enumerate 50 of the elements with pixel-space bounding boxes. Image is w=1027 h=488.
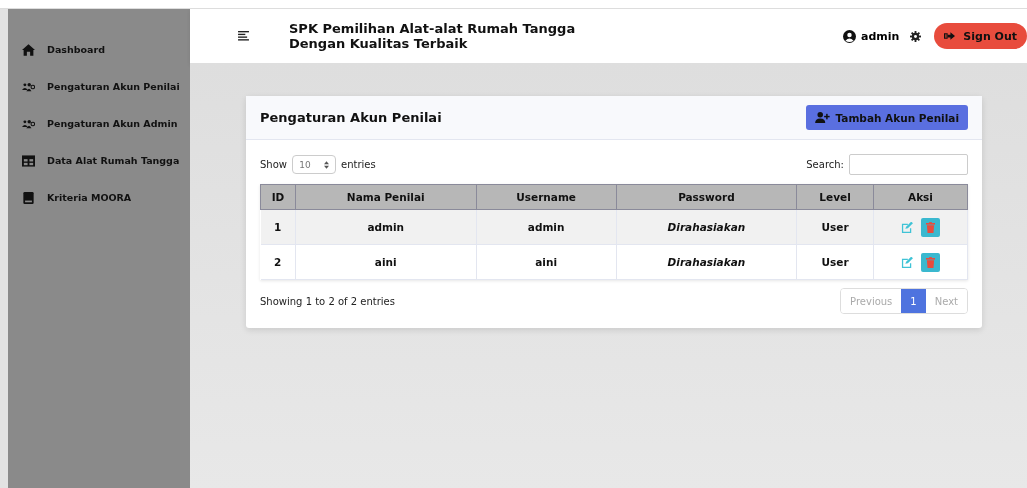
- table-cell: User: [796, 209, 874, 245]
- users-icon: [22, 117, 35, 130]
- sidebar-item[interactable]: Dashboard: [8, 31, 190, 68]
- home-icon: [22, 43, 35, 56]
- search-label: Search:: [806, 159, 844, 170]
- table-info: Showing 1 to 2 of 2 entries: [260, 295, 395, 307]
- app-title: SPK Pemilihan Alat-alat Rumah Tangga Dengan Kualitas Terbaik: [289, 21, 576, 51]
- trash-icon: [926, 256, 935, 268]
- trash-icon: [926, 221, 935, 233]
- column-header: Level: [796, 184, 874, 210]
- table-cell: admin: [476, 209, 617, 245]
- table-cell: User: [796, 244, 874, 280]
- entries-label: entries: [341, 159, 376, 170]
- table-cell: aini: [295, 244, 476, 280]
- delete-button[interactable]: [921, 252, 940, 272]
- column-header: Username: [476, 184, 617, 210]
- sign-out-button[interactable]: Sign Out: [934, 23, 1027, 49]
- edit-icon[interactable]: [901, 256, 913, 268]
- table-cell: 2: [260, 244, 296, 280]
- sidebar-item[interactable]: Kriteria MOORA: [8, 179, 190, 216]
- card-title: Pengaturan Akun Penilai: [260, 110, 442, 125]
- column-header: Password: [616, 184, 797, 210]
- delete-button[interactable]: [921, 217, 940, 237]
- table-cell: admin: [295, 209, 476, 245]
- menu-icon[interactable]: [238, 31, 249, 41]
- table-cell: aini: [476, 244, 617, 280]
- sort-arrows-icon: [323, 160, 329, 169]
- settings-icon[interactable]: [910, 30, 922, 42]
- table-cell: Dirahasiakan: [616, 209, 797, 245]
- table-cell: Dirahasiakan: [616, 244, 797, 280]
- edit-icon[interactable]: [901, 221, 913, 233]
- user-name[interactable]: admin: [860, 29, 900, 43]
- column-header: Aksi: [873, 184, 968, 210]
- column-header: ID: [260, 184, 296, 210]
- user-plus-icon: [814, 112, 830, 123]
- users-icon: [22, 80, 35, 93]
- sign-out-icon: [944, 31, 956, 41]
- show-label: Show: [260, 159, 287, 170]
- search-field[interactable]: [849, 154, 968, 175]
- add-button[interactable]: Tambah Akun Penilai: [805, 105, 968, 130]
- sidebar-item[interactable]: Pengaturan Akun Admin: [8, 105, 190, 142]
- sidebar-item[interactable]: Data Alat Rumah Tangga: [8, 142, 190, 179]
- entries-select[interactable]: 10: [292, 155, 336, 174]
- table-icon: [22, 154, 35, 167]
- user-icon: [842, 29, 856, 43]
- book-icon: [22, 191, 35, 204]
- table-cell: 1: [260, 209, 296, 245]
- sidebar-item[interactable]: Pengaturan Akun Penilai: [8, 68, 190, 105]
- column-header: Nama Penilai: [295, 184, 476, 210]
- page-button[interactable]: 1: [901, 289, 926, 313]
